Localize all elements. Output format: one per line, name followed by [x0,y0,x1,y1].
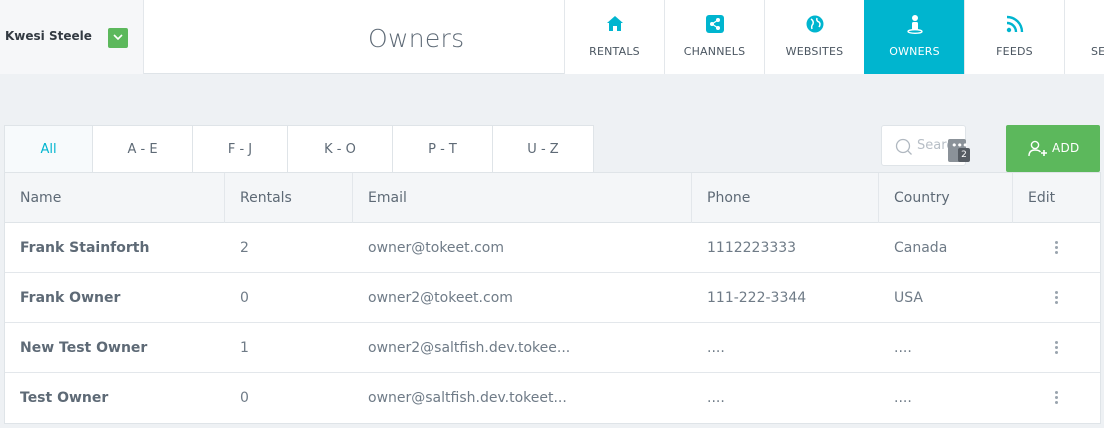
table-header: Name Rentals Email Phone Country Edit [5,173,1100,223]
nav-tab-settings[interactable]: SET [1064,0,1104,74]
add-button-label: ADD [1052,141,1080,155]
nav-tab-channels[interactable]: CHANNELS [664,0,764,74]
owner-name: Frank Stainforth [20,240,150,256]
owner-email: owner2@tokeet.com [368,290,513,306]
nav-tab-label: WEBSITES [785,45,844,58]
page-title: Owners [368,24,465,53]
row-actions-icon[interactable] [1055,291,1059,306]
rss-icon [1006,15,1024,33]
table-row[interactable]: Frank Stainforth 2 owner@tokeet.com 1112… [5,223,1100,273]
top-bar: Kwesi Steele Owners RENTALS CHANNELS WEB… [0,0,1104,74]
table-row[interactable]: Frank Owner 0 owner2@tokeet.com 111-222-… [5,273,1100,323]
add-user-icon [1028,140,1047,157]
nav-tab-label: OWNERS [889,45,940,58]
search-icon [895,138,912,155]
column-header-phone[interactable]: Phone [692,173,879,223]
share-icon [706,15,724,33]
nav-tab-websites[interactable]: WEBSITES [764,0,864,74]
nav-tab-label: SET [1091,45,1104,58]
row-actions-icon[interactable] [1055,241,1059,256]
column-header-name[interactable]: Name [5,173,225,223]
owner-phone: 111-222-3344 [707,290,807,306]
owners-table: Name Rentals Email Phone Country Edit Fr… [4,172,1101,424]
nav-tab-owners[interactable]: OWNERS [864,0,964,74]
account-name: Kwesi Steele [5,29,92,43]
filter-tab-f-j[interactable]: F - J [192,125,288,172]
filter-tab-k-o[interactable]: K - O [287,125,393,172]
extension-count-badge: 2 [958,148,970,162]
home-icon [607,16,623,31]
account-switcher[interactable]: Kwesi Steele [0,0,144,74]
owner-rentals: 0 [240,390,249,406]
column-header-edit: Edit [1028,190,1056,206]
owner-rentals: 1 [240,340,249,356]
owner-country: .... [894,390,912,406]
owner-email: owner2@saltfish.dev.tokee... [368,340,571,356]
row-actions-icon[interactable] [1055,341,1059,356]
nav-tab-label: RENTALS [589,45,640,58]
owner-rentals: 0 [240,290,249,306]
globe-icon [806,15,824,33]
owner-name: Frank Owner [20,290,121,306]
owner-email: owner@saltfish.dev.tokeet... [368,390,567,406]
row-actions-icon[interactable] [1055,391,1059,406]
table-row[interactable]: New Test Owner 1 owner2@saltfish.dev.tok… [5,323,1100,373]
chevron-down-icon[interactable] [108,28,128,48]
owner-phone: 1112223333 [707,240,797,256]
owner-country: USA [894,290,923,306]
owner-email: owner@tokeet.com [368,240,504,256]
nav-tab-label: CHANNELS [683,45,746,58]
column-header-country[interactable]: Country [879,173,1013,223]
filter-tab-p-t[interactable]: P - T [392,125,493,172]
owner-country: .... [894,340,912,356]
table-row[interactable]: Test Owner 0 owner@saltfish.dev.tokeet..… [5,373,1100,423]
filter-tab-u-z[interactable]: U - Z [492,125,594,172]
nav-tab-rentals[interactable]: RENTALS [564,0,664,74]
nav-tab-feeds[interactable]: FEEDS [964,0,1064,74]
owner-phone: .... [707,390,725,406]
add-owner-button[interactable]: ADD [1006,125,1100,172]
column-header-rentals[interactable]: Rentals [225,173,353,223]
owner-name: Test Owner [20,390,109,406]
filter-tab-all[interactable]: All [4,125,93,172]
filter-tab-a-e[interactable]: A - E [92,125,193,172]
owner-rentals: 2 [240,240,249,256]
owner-name: New Test Owner [20,340,148,356]
owner-country: Canada [894,240,948,256]
owner-phone: .... [707,340,725,356]
column-header-email[interactable]: Email [353,173,692,223]
owner-icon [907,15,923,34]
nav-tab-label: FEEDS [996,45,1033,58]
